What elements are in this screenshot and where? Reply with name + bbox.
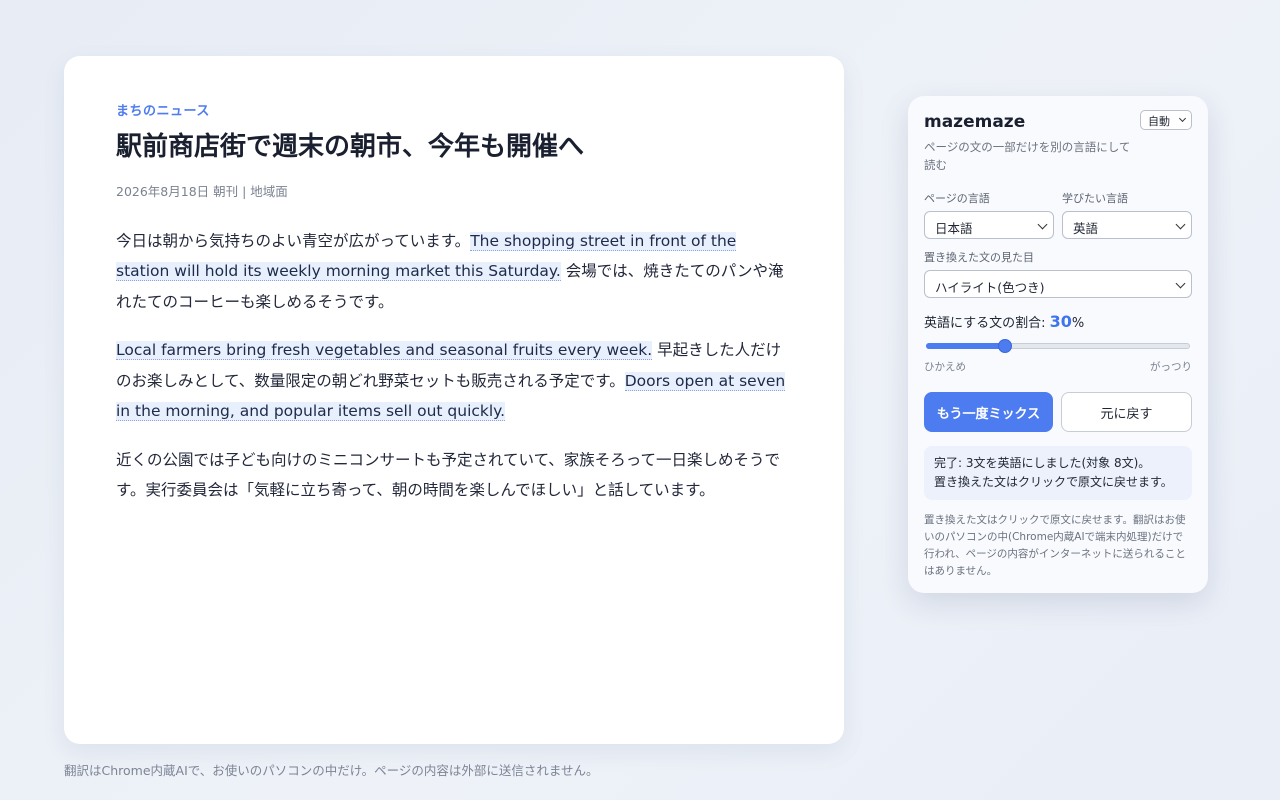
slider-thumb[interactable]	[998, 339, 1013, 353]
target-language-select[interactable]: 英語	[1062, 211, 1192, 239]
action-buttons: もう一度ミックス 元に戻す	[924, 392, 1192, 432]
article-paragraph: 近くの公園では子ども向けのミニコンサートも予定されていて、家族そろって一日楽しめ…	[116, 445, 792, 506]
ratio-label: 英語にする文の割合:	[924, 316, 1046, 331]
article-headline: 駅前商店街で週末の朝市、今年も開催へ	[116, 132, 585, 162]
style-label: 置き換えた文の見た目	[924, 251, 1034, 264]
status-line-1: 完了: 3文を英語にしました(対象 8文)。	[934, 456, 1151, 470]
scale-min-label: ひかえめ	[924, 361, 966, 373]
article-paragraph: Local farmers bring fresh vegetables and…	[116, 335, 792, 427]
article-kicker: まちのニュース	[116, 104, 210, 119]
page-language-value: 日本語	[935, 221, 973, 236]
remix-button[interactable]: もう一度ミックス	[924, 392, 1053, 432]
article-card: まちのニュース 駅前商店街で週末の朝市、今年も開催へ 2026年8月18日 朝刊…	[64, 56, 844, 744]
style-value: ハイライト(色つき)	[935, 280, 1045, 295]
mixed-sentence[interactable]: Local farmers bring fresh vegetables and…	[116, 341, 653, 361]
ratio-readout: 英語にする文の割合: 30%	[924, 312, 1192, 331]
slider-fill	[926, 343, 1006, 349]
ratio-unit: %	[1071, 316, 1085, 331]
status-line-2: 置き換えた文はクリックで原文に戻せます。	[934, 475, 1173, 489]
chevron-down-icon	[1175, 219, 1186, 230]
target-language-label: 学びたい言語	[1062, 192, 1128, 205]
page-language-group: ページの言語 日本語	[924, 190, 1054, 239]
original-sentence: 近くの公園では子ども向けのミニコンサートも予定されていて、家族そろって一日楽しめ…	[116, 450, 781, 500]
scale-max-label: がっつり	[1150, 361, 1192, 373]
mode-select[interactable]: 自動	[1140, 110, 1192, 130]
ratio-value: 30	[1049, 312, 1072, 331]
chevron-down-icon	[1175, 278, 1186, 289]
footer-privacy-note: 翻訳はChrome内蔵AIで、お使いのパソコンの中だけ。ページの内容は外部に送信…	[64, 763, 599, 778]
article-meta: 2026年8月18日 朝刊 | 地域面	[116, 183, 288, 199]
target-language-group: 学びたい言語 英語	[1062, 190, 1192, 239]
panel-subtitle: ページの文の一部だけを別の言語にして読む	[924, 140, 1131, 172]
ratio-slider[interactable]	[924, 339, 1192, 353]
mazemaze-panel: mazemaze 自動 ページの文の一部だけを別の言語にして読む ページの言語 …	[908, 96, 1208, 593]
panel-header: mazemaze 自動	[924, 110, 1192, 132]
language-row: ページの言語 日本語 学びたい言語 英語	[924, 190, 1192, 239]
panel-title: mazemaze	[924, 112, 1026, 132]
article-body: 今日は朝から気持ちのよい青空が広がっています。The shopping stre…	[116, 226, 792, 506]
privacy-note: 置き換えた文はクリックで原文に戻せます。翻訳はお使いのパソコンの中(Chrome…	[924, 514, 1186, 577]
chevron-down-icon	[1178, 114, 1187, 123]
chevron-down-icon	[1037, 219, 1048, 230]
slider-scale: ひかえめ がっつり	[924, 359, 1192, 374]
target-language-value: 英語	[1073, 221, 1099, 236]
page-language-select[interactable]: 日本語	[924, 211, 1054, 239]
original-sentence: 今日は朝から気持ちのよい青空が広がっています。	[116, 231, 471, 250]
restore-button[interactable]: 元に戻す	[1061, 392, 1192, 432]
status-box: 完了: 3文を英語にしました(対象 8文)。 置き換えた文はクリックで原文に戻せ…	[924, 446, 1192, 500]
page-language-label: ページの言語	[924, 192, 990, 205]
style-select[interactable]: ハイライト(色つき)	[924, 270, 1192, 298]
mode-select-value: 自動	[1148, 115, 1170, 128]
article-paragraph: 今日は朝から気持ちのよい青空が広がっています。The shopping stre…	[116, 226, 792, 318]
